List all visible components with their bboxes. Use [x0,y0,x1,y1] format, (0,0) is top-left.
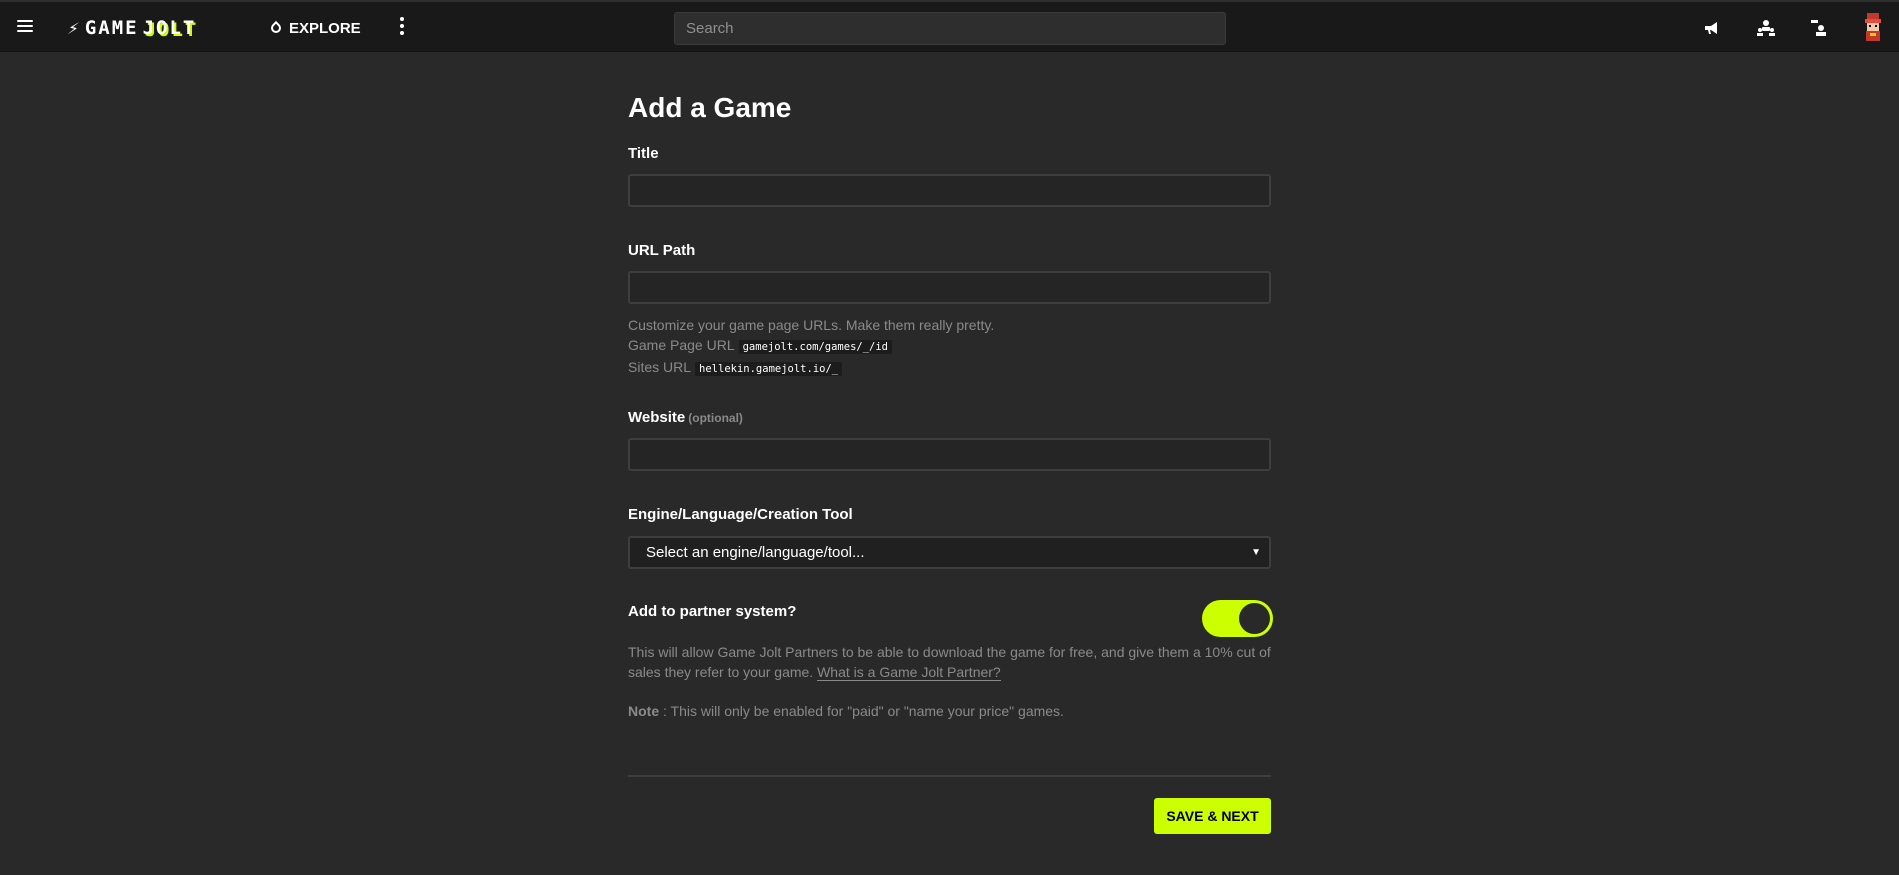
game-page-url-label: Game Page URL [628,337,735,353]
game-page-url-value: gamejolt.com/games/_/id [738,340,893,354]
game-page-url-row: Game Page URL gamejolt.com/games/_/id [628,335,994,357]
engine-select[interactable]: Select an engine/language/tool... ▼ [628,536,1271,569]
url-help: Customize your game page URLs. Make them… [628,315,994,379]
avatar[interactable] [1862,13,1884,43]
logo-text-game: GAME [84,17,139,39]
sites-url-value: hellekin.gamejolt.io/_ [695,362,843,376]
sites-url-label: Sites URL [628,359,692,375]
website-input[interactable] [628,438,1271,471]
optional-tag: (optional) [688,411,743,425]
top-navbar: ⚡ GAME JOLT EXPLORE [0,0,1899,52]
partner-help: This will allow Game Jolt Partners to be… [628,642,1271,682]
title-label: Title [628,145,659,162]
toggle-knob [1239,603,1270,634]
explore-label: EXPLORE [289,19,361,37]
url-path-input[interactable] [628,271,1271,304]
page-title: Add a Game [628,92,792,123]
friends-icon[interactable] [1756,18,1776,38]
sites-url-row: Sites URL hellekin.gamejolt.io/_ [628,357,994,379]
engine-label: Engine/Language/Creation Tool [628,506,853,523]
url-path-label: URL Path [628,242,696,259]
partner-label: Add to partner system? [628,603,797,620]
partner-note: Note : This will only be enabled for "pa… [628,703,1064,719]
menu-icon[interactable] [17,19,33,33]
more-options-icon[interactable] [400,17,404,35]
title-input[interactable] [628,174,1271,207]
partner-info-link[interactable]: What is a Game Jolt Partner? [817,664,1001,681]
form-divider [628,775,1271,777]
explore-icon [268,20,284,36]
note-label: Note [628,703,660,719]
partner-toggle[interactable] [1202,600,1273,637]
announcement-icon[interactable] [1702,18,1722,38]
website-label-text: Website [628,409,686,426]
url-help-text: Customize your game page URLs. Make them… [628,317,995,333]
save-next-button[interactable]: SAVE & NEXT [1154,798,1271,834]
note-text: : This will only be enabled for "paid" o… [659,703,1064,719]
logo-text-jolt: JOLT [142,17,197,39]
bolt-icon: ⚡ [66,17,83,39]
explore-link[interactable]: EXPLORE [268,17,361,39]
gamejolt-logo[interactable]: ⚡ GAME JOLT [66,17,197,39]
website-label: Website (optional) [628,409,743,426]
chevron-down-icon: ▼ [1251,547,1261,558]
activity-icon[interactable] [1808,18,1828,38]
engine-select-value: Select an engine/language/tool... [646,544,865,561]
search-input[interactable] [674,12,1226,45]
